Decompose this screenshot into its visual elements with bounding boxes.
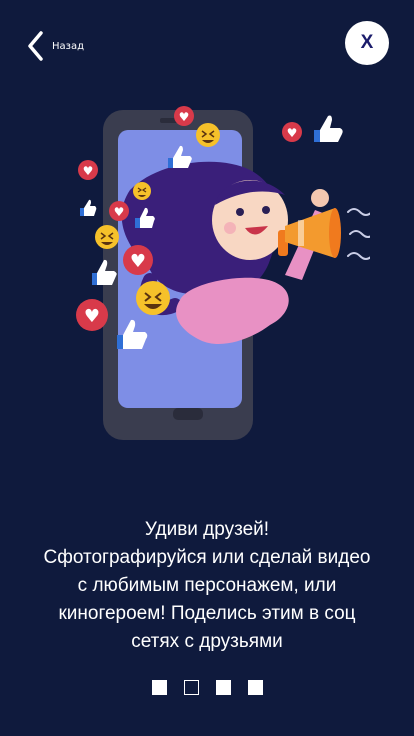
caption-line: Удиви друзей! xyxy=(144,519,270,540)
influencer-illustration: ♥ ♥ ♥ ♥ ♥ ♥ xyxy=(70,100,375,445)
pagination-dots xyxy=(0,680,414,695)
chevron-left-icon xyxy=(26,30,44,62)
close-button[interactable]: X xyxy=(345,21,389,65)
caption-line: сетях с друзьями xyxy=(131,631,283,652)
back-label: Назад xyxy=(52,40,85,52)
caption-line: с любимым персонажем, или xyxy=(77,575,337,596)
svg-text:♥: ♥ xyxy=(83,164,94,178)
pagination-dot-4[interactable] xyxy=(247,680,263,695)
svg-text:♥: ♥ xyxy=(287,126,298,140)
caption-line: Сфотографируйся или сделай видео xyxy=(43,547,371,568)
caption-line: киногероем! Поделись этим в соц xyxy=(58,603,356,624)
svg-text:♥: ♥ xyxy=(179,110,190,124)
pagination-dot-1[interactable] xyxy=(151,680,167,695)
svg-text:♥: ♥ xyxy=(114,205,125,219)
pagination-dot-3[interactable] xyxy=(215,680,231,695)
svg-text:♥: ♥ xyxy=(84,306,100,327)
back-button[interactable]: Назад xyxy=(26,28,84,64)
slide-caption: Удиви друзей! Сфотографируйся или сделай… xyxy=(20,516,394,656)
svg-text:♥: ♥ xyxy=(130,251,146,272)
pagination-dot-2-active[interactable] xyxy=(183,680,199,695)
